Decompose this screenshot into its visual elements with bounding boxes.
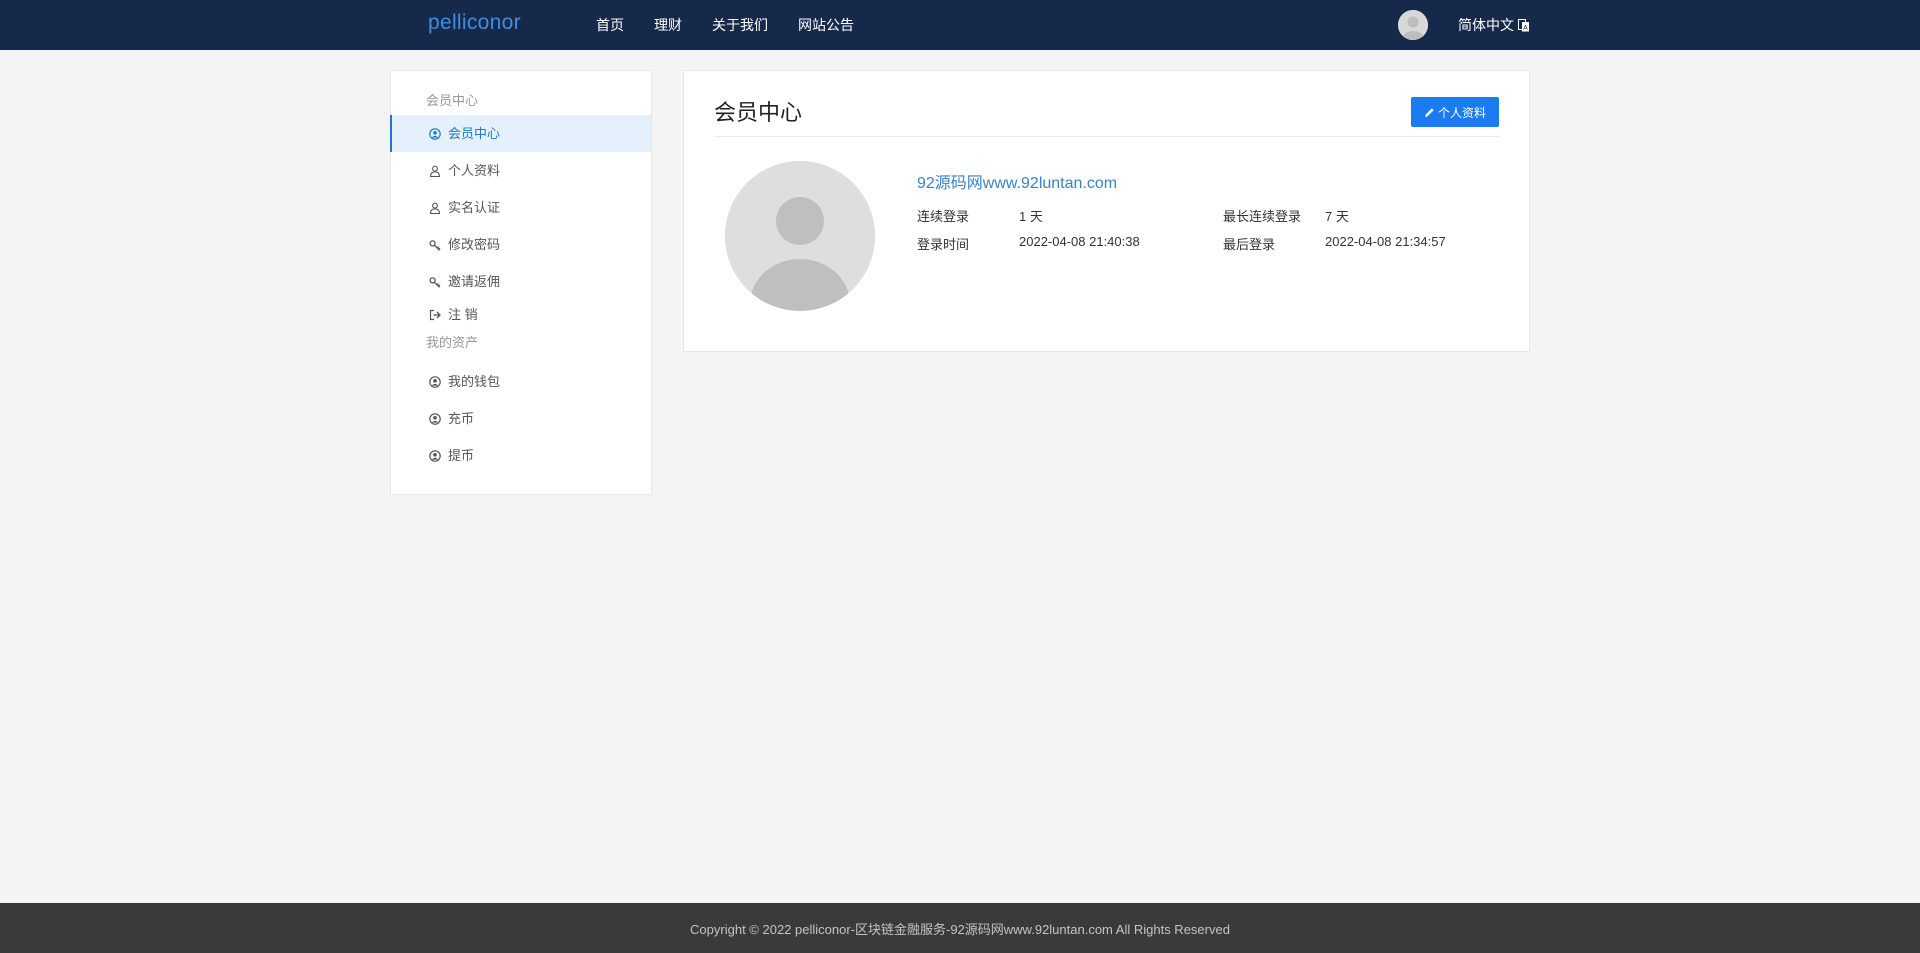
sign-out-icon: [429, 309, 441, 320]
key-icon: [429, 239, 441, 251]
nav-link-announcements[interactable]: 网站公告: [798, 15, 854, 35]
sidebar-item-referral[interactable]: 邀请返佣: [391, 263, 651, 300]
sidebar-item-withdraw[interactable]: 提币: [391, 437, 651, 474]
sidebar-item-logout[interactable]: 注 销: [391, 300, 651, 329]
user-circle-icon: [429, 449, 441, 462]
user-circle-icon: [429, 127, 441, 140]
sidebar-item-deposit[interactable]: 充币: [391, 400, 651, 437]
key-icon: [429, 276, 441, 288]
user-circle-icon: [429, 375, 441, 388]
sidebar-item-label: 充币: [448, 411, 475, 426]
consecutive-login-label: 连续登录: [917, 209, 970, 224]
default-avatar-icon: [1398, 10, 1428, 40]
nav-link-home[interactable]: 首页: [596, 15, 624, 35]
sidebar-item-label: 会员中心: [448, 126, 501, 141]
pencil-icon: [1424, 107, 1434, 117]
longest-streak-label: 最长连续登录: [1223, 209, 1302, 224]
sidebar-item-profile[interactable]: 个人资料: [391, 152, 651, 189]
page-title: 会员中心: [714, 100, 803, 125]
last-login-value: 2022-04-08 21:34:57: [1325, 234, 1446, 249]
user-icon: [429, 165, 441, 177]
sidebar-item-wallet[interactable]: 我的钱包: [391, 363, 651, 400]
username-link[interactable]: 92源码网www.92luntan.com: [917, 169, 1117, 193]
nav-link-finance[interactable]: 理财: [654, 15, 682, 35]
main-nav: 首页 理财 关于我们 网站公告: [596, 0, 884, 50]
edit-profile-label: 个人资料: [1437, 105, 1486, 120]
consecutive-login-value: 1 天: [1019, 209, 1043, 224]
sidebar-item-label: 邀请返佣: [448, 274, 501, 289]
language-label: 简体中文: [1458, 17, 1514, 33]
top-navbar: pelliconor 首页 理财 关于我们 网站公告 简体中文 A: [0, 0, 1920, 50]
language-switcher[interactable]: 简体中文 A: [1458, 0, 1530, 50]
sidebar-item-label: 提币: [448, 448, 475, 463]
footer-copyright: Copyright © 2022 pelliconor-区块链金融服务-92源码…: [690, 921, 1230, 937]
sidebar: 会员中心 会员中心 个人资料 实名认证 修改密码 邀请返佣 注 销 我的资产 我…: [390, 70, 652, 495]
longest-streak-value: 7 天: [1325, 209, 1349, 224]
title-divider: [714, 136, 1499, 137]
nav-link-about[interactable]: 关于我们: [712, 15, 768, 35]
default-avatar-icon: [725, 161, 875, 311]
login-time-label: 登录时间: [917, 237, 970, 252]
user-circle-icon: [429, 412, 441, 425]
brand-logo[interactable]: pelliconor: [428, 11, 521, 35]
svg-text:A: A: [1523, 23, 1528, 31]
language-icon: A: [1518, 18, 1529, 31]
sidebar-item-label: 注 销: [448, 307, 478, 322]
sidebar-item-label: 实名认证: [448, 200, 501, 215]
user-avatar[interactable]: [1398, 10, 1428, 40]
footer: Copyright © 2022 pelliconor-区块链金融服务-92源码…: [0, 903, 1920, 953]
edit-profile-button[interactable]: 个人资料: [1411, 97, 1499, 127]
sidebar-item-verification[interactable]: 实名认证: [391, 189, 651, 226]
member-center-card: 会员中心 个人资料 92源码网www.92luntan.com 连续登录 1 天…: [683, 70, 1530, 352]
last-login-label: 最后登录: [1223, 237, 1276, 252]
sidebar-item-change-password[interactable]: 修改密码: [391, 226, 651, 263]
sidebar-item-label: 修改密码: [448, 237, 501, 252]
sidebar-group-assets: 我的资产: [426, 335, 479, 350]
profile-avatar: [725, 161, 875, 311]
sidebar-item-member-center[interactable]: 会员中心: [390, 115, 651, 152]
user-icon: [429, 202, 441, 214]
sidebar-item-label: 个人资料: [448, 163, 501, 178]
sidebar-group-member: 会员中心: [426, 93, 479, 108]
login-time-value: 2022-04-08 21:40:38: [1019, 234, 1140, 249]
sidebar-item-label: 我的钱包: [448, 374, 501, 389]
